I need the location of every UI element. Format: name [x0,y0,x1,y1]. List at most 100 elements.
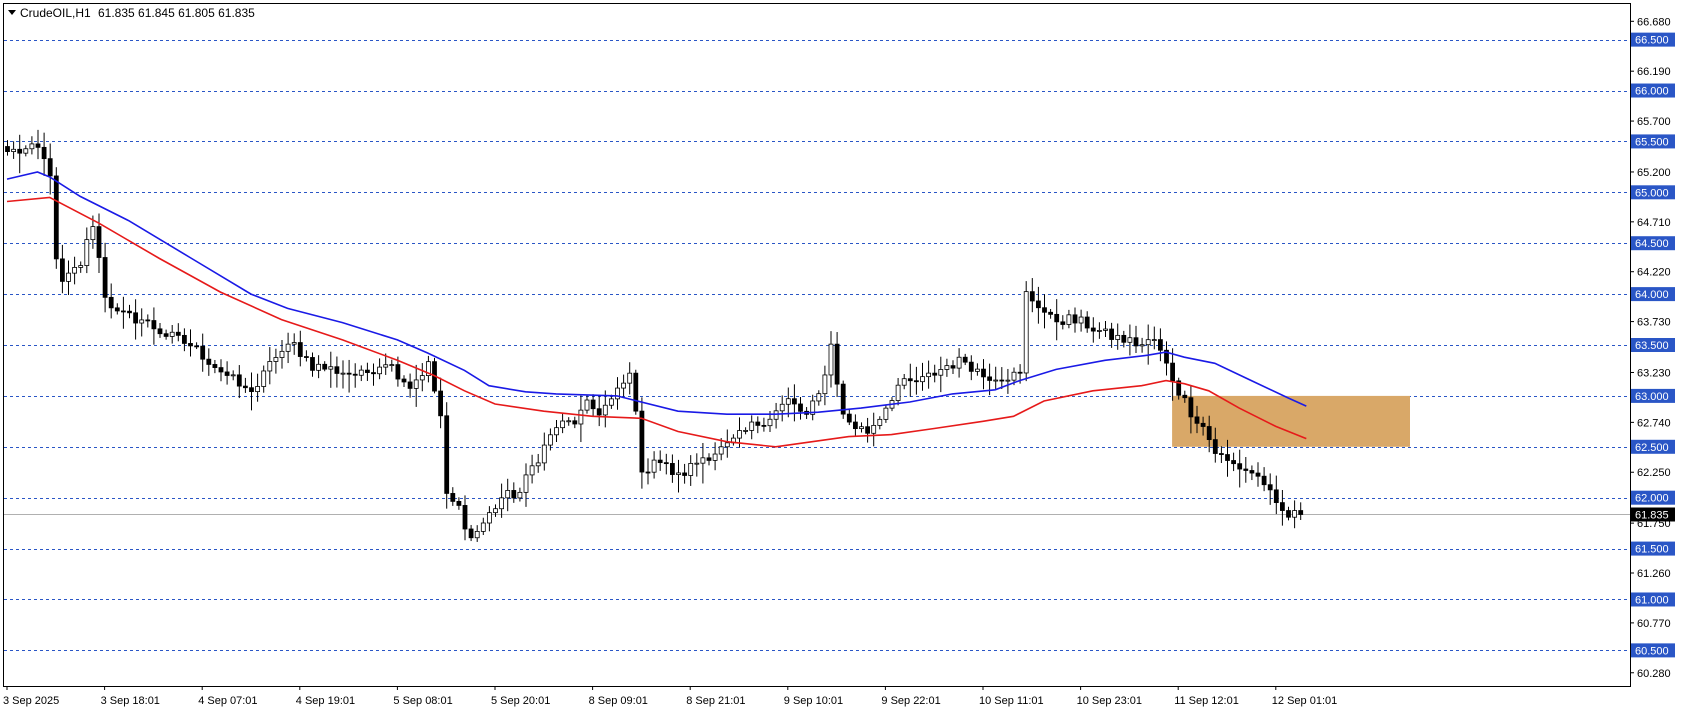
candle-body [560,420,565,429]
candle-body [1212,439,1218,454]
level-label: 65.500 [1631,134,1675,149]
candle-body [169,331,175,337]
candle-body [828,343,834,376]
candle-body [316,363,322,371]
candle-body [682,472,687,476]
x-tick-label: 5 Sep 08:01 [393,695,452,707]
candle-body [224,371,230,376]
candle-body [572,420,578,425]
candle-body [486,512,492,524]
y-tick-label: 65.200 [1637,167,1671,179]
candle-body [90,226,96,241]
current-price-label: 61.835 [1631,507,1675,522]
candle-body [663,462,669,465]
candle-body [474,530,480,539]
candle-body [273,357,279,362]
candle-body [584,399,590,411]
candle-body [926,372,931,378]
candle-body [1249,470,1255,474]
candle-body [1090,327,1096,332]
candle-body [468,528,474,539]
candle-body [645,471,651,474]
candle-body [554,427,559,436]
candle-body [1133,337,1139,347]
candle-body [1158,339,1163,351]
candle-body [712,453,718,461]
candle-body [151,320,157,330]
level-label-text: 60.500 [1635,645,1669,657]
candle-body [389,364,395,366]
candle-body [865,426,870,434]
candle-body [798,403,803,412]
candle-body [1237,463,1243,470]
candle-body [968,361,974,372]
candle-body [517,491,523,499]
candle-body [230,374,236,377]
level-label: 60.500 [1631,643,1675,658]
candle-body [303,356,309,358]
candle-body [358,369,364,376]
candle-body [688,463,694,476]
candle-body [938,369,944,376]
candle-body [1286,510,1291,518]
candle-body [328,366,334,370]
candle-body [529,465,535,476]
candle-body [932,372,938,376]
level-label: 63.500 [1631,338,1675,352]
candle-body [108,296,114,309]
x-tick-label: 8 Sep 09:01 [589,695,648,707]
candle-body [1036,300,1041,309]
candle-body [761,424,767,427]
candle-body [743,430,748,432]
candle-body [602,404,608,416]
candle-body [11,148,17,152]
candle-body [78,265,84,268]
candle-body [255,386,261,393]
y-tick-label: 63.230 [1637,367,1671,379]
candle-body [383,364,389,368]
candle-body [127,310,132,314]
level-label-text: 64.000 [1635,289,1669,301]
candle-body [145,319,151,322]
candle-body [1200,422,1206,427]
candle-body [1066,314,1072,325]
candle-body [676,472,681,475]
candle-body [907,378,913,382]
candle [444,402,450,509]
candle-body [121,310,126,313]
candle-body [1188,397,1194,418]
candle-body [462,505,468,530]
candle-body [444,415,450,494]
candle-body [322,363,328,370]
y-tick-label: 61.260 [1637,568,1671,580]
y-tick-label: 65.700 [1637,116,1671,128]
candle-body [1243,468,1249,471]
candle-body [53,175,59,260]
candle-body [1042,307,1047,313]
candle-body [395,364,401,380]
candle-body [1115,334,1121,340]
level-label-text: 62.000 [1635,493,1669,505]
candle-body [249,387,254,393]
candle-body [914,380,919,383]
candle-body [1048,311,1053,315]
level-label: 64.500 [1631,236,1675,251]
candle-body [188,343,193,347]
candle-body [950,365,956,369]
candle-body [975,368,980,372]
y-tick-label: 66.190 [1637,66,1671,78]
x-tick-label: 9 Sep 22:01 [881,695,940,707]
candle-body [627,372,633,384]
candle-body [535,462,541,467]
candle-body [877,418,883,426]
candle-body [1231,460,1236,465]
chart-background [0,0,1686,713]
candle-body [1255,472,1261,477]
x-tick-label: 8 Sep 21:01 [686,695,745,707]
candle-body [920,376,925,383]
candle-body [47,158,53,177]
candle-body [670,463,675,475]
level-label-text: 65.000 [1635,187,1669,199]
candle-body [175,331,181,336]
candle-body [334,366,340,374]
